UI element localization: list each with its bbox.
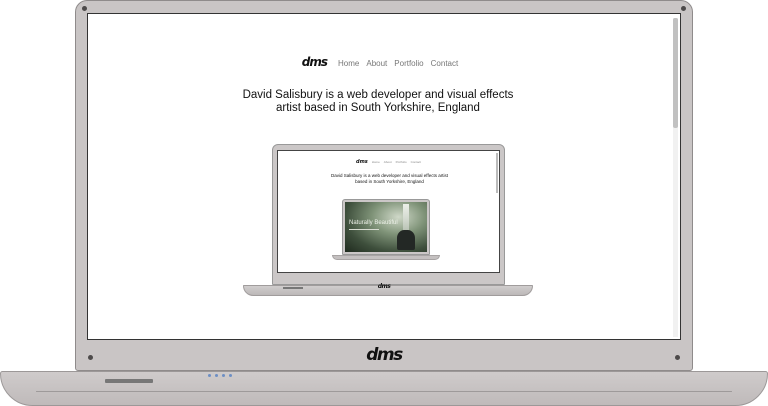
mockup-nav-link-portfolio: Portfolio (395, 160, 407, 164)
laptop-lid: dms Home About Portfolio Contact David S… (75, 0, 693, 371)
nav-link-portfolio[interactable]: Portfolio (394, 59, 423, 68)
hero-headline: David Salisbury is a web developer and v… (228, 89, 528, 115)
screw-icon (681, 6, 686, 11)
site-nav: dms Home About Portfolio Contact (88, 55, 672, 69)
inner-hero-subtitle-line (349, 229, 379, 230)
rock-image (397, 230, 415, 250)
laptop-base-lip (36, 391, 732, 406)
mockup-nav-link-home: Home (371, 160, 380, 164)
laptop-screen: dms Home About Portfolio Contact David S… (87, 13, 681, 340)
site-logo[interactable]: dms (302, 55, 328, 69)
inner-laptop-lid: Naturally Beautiful (342, 199, 430, 255)
mockup-base-logo: dms (377, 283, 391, 290)
mockup-headline-line-1: David Salisbury is a web developer and v… (331, 173, 448, 178)
hero-headline-line-2: artist based in South Yorkshire, England (276, 102, 480, 114)
status-led-icon (208, 374, 211, 377)
mockup-nav-link-about: About (383, 160, 392, 164)
hero-headline-line-1: David Salisbury is a web developer and v… (242, 89, 514, 101)
mockup-logo: dms (356, 159, 368, 165)
mockup-laptop-lid: dms Home About Portfolio Contact David S… (272, 144, 505, 285)
screw-icon (82, 6, 87, 11)
status-led-icon (222, 374, 225, 377)
mockup-nav: dms Home About Portfolio Contact (278, 159, 499, 165)
laptop-logo: dms (366, 345, 403, 365)
nav-link-home[interactable]: Home (338, 59, 359, 68)
nav-link-about[interactable]: About (366, 59, 387, 68)
status-led-icon (215, 374, 218, 377)
mockup-nav-link-contact: Contact (410, 160, 421, 164)
usb-port-icon (105, 379, 153, 383)
inner-hero-title: Naturally Beautiful (349, 220, 398, 226)
nav-link-contact[interactable]: Contact (431, 59, 459, 68)
inner-laptop-base (332, 255, 440, 260)
mockup-headline-line-2: based in South Yorkshire, England (355, 178, 424, 184)
mockup-laptop-screen: dms Home About Portfolio Contact David S… (277, 150, 500, 273)
scrollbar-thumb[interactable] (673, 18, 678, 128)
status-led-icon (229, 374, 232, 377)
inner-laptop-screen: Naturally Beautiful (345, 202, 427, 252)
mockup-headline: David Salisbury is a web developer and v… (328, 173, 451, 184)
